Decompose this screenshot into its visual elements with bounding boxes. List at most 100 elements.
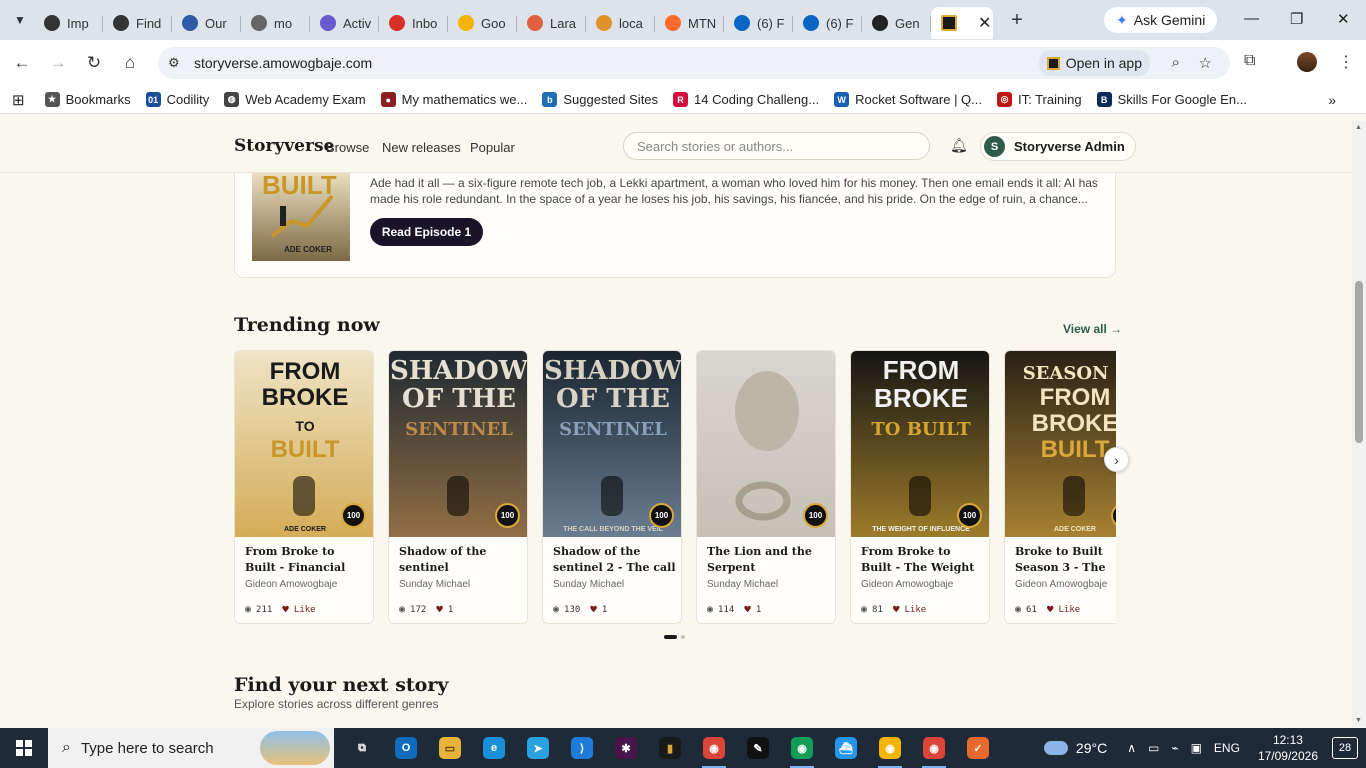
- bookmark-item[interactable]: 01 Codility: [145, 92, 209, 107]
- taskbar-app-storyverse-app[interactable]: ▮: [648, 728, 692, 768]
- story-card[interactable]: SHADOW OF THE SENTINEL THE CALL BEYOND THE …: [542, 350, 682, 624]
- new-tab-button[interactable]: +: [1003, 9, 1031, 32]
- story-author[interactable]: Sunday Michael: [399, 579, 470, 590]
- bell-icon[interactable]: 🔔︎: [950, 137, 968, 154]
- bookmark-item[interactable]: ★ Bookmarks: [44, 92, 131, 107]
- taskbar-app-chrome-3[interactable]: ◉: [868, 728, 912, 768]
- story-title[interactable]: From Broke to Built - Financial Journey: [245, 544, 369, 578]
- extensions-icon[interactable]: ⧉: [1244, 52, 1255, 70]
- taskbar-app-task-view[interactable]: ⧉: [340, 728, 384, 768]
- nav-popular[interactable]: Popular: [470, 140, 515, 155]
- start-button[interactable]: [0, 728, 48, 768]
- story-title[interactable]: From Broke to Built - The Weight of Infl…: [861, 544, 985, 578]
- taskbar-app-chrome-4[interactable]: ◉: [912, 728, 956, 768]
- story-card[interactable]: FROM BROKE TO BUILT ADE COKER 100 From Broke t…: [234, 350, 374, 624]
- like-count[interactable]: Like: [1059, 605, 1081, 615]
- taskbar-app-safari-like[interactable]: ➤: [516, 728, 560, 768]
- home-icon[interactable]: ⌂: [112, 53, 148, 73]
- taskbar-app-chrome[interactable]: ◉: [692, 728, 736, 768]
- taskbar-search-input[interactable]: ⌕ Type here to search: [48, 728, 334, 768]
- browser-tab[interactable]: Lara: [517, 7, 586, 39]
- story-title[interactable]: Shadow of the sentinel: [399, 544, 523, 578]
- apps-grid-icon[interactable]: ⊞: [12, 91, 25, 109]
- ask-gemini-button[interactable]: ✦ Ask Gemini: [1104, 7, 1218, 33]
- address-bar[interactable]: ⚙ storyverse.amowogbaje.com Open in app …: [158, 47, 1230, 79]
- story-author[interactable]: Gideon Amowogbaje: [1015, 579, 1107, 590]
- heart-icon[interactable]: ♥: [744, 603, 751, 616]
- browser-tab[interactable]: Activ: [310, 7, 379, 39]
- featured-cover[interactable]: BUILT ADE COKER: [252, 166, 350, 261]
- taskbar-app-inkscape[interactable]: ✎: [736, 728, 780, 768]
- heart-icon[interactable]: ♥: [1047, 603, 1054, 616]
- restore-icon[interactable]: ❐: [1290, 10, 1303, 28]
- nav-browse[interactable]: Browse: [326, 140, 369, 155]
- browser-tab[interactable]: Imp: [34, 7, 103, 39]
- scrollbar-thumb[interactable]: [1355, 281, 1363, 443]
- read-episode-button[interactable]: Read Episode 1: [370, 218, 483, 246]
- zoom-icon[interactable]: ⌕: [1172, 54, 1180, 71]
- carousel-dot-active[interactable]: [664, 635, 677, 639]
- language-indicator[interactable]: ENG: [1214, 741, 1240, 755]
- story-search-input[interactable]: Search stories or authors...: [623, 132, 930, 160]
- bookmark-item[interactable]: ● My mathematics we...: [380, 92, 527, 107]
- battery-icon[interactable]: ▭: [1148, 741, 1159, 755]
- story-card[interactable]: 100 The Lion and the Serpent Sunday Michae…: [696, 350, 836, 624]
- close-window-icon[interactable]: ✕: [1337, 10, 1350, 28]
- taskbar-app-edge[interactable]: e: [472, 728, 516, 768]
- story-card[interactable]: SEASON 3FROMBROKEBUILTADE COKER100Broke …: [1004, 350, 1116, 624]
- browser-tab[interactable]: Our: [172, 7, 241, 39]
- browser-tab[interactable]: Find: [103, 7, 172, 39]
- heart-icon[interactable]: ♥: [893, 603, 900, 616]
- page-scrollbar[interactable]: ▲ ▼: [1352, 121, 1366, 727]
- network-icon[interactable]: ▣: [1191, 741, 1202, 755]
- bookmark-item[interactable]: R 14 Coding Challeng...: [673, 92, 819, 107]
- like-count[interactable]: 1: [448, 605, 453, 615]
- notification-center-button[interactable]: 28: [1332, 737, 1358, 759]
- tab-storyverse-active[interactable]: ✕: [931, 7, 993, 39]
- user-menu-button[interactable]: S Storyverse Admin: [980, 132, 1136, 161]
- story-author[interactable]: Sunday Michael: [553, 579, 624, 590]
- carousel-next-button[interactable]: ›: [1104, 447, 1129, 472]
- taskbar-app-outlook[interactable]: O: [384, 728, 428, 768]
- weather-widget[interactable]: 29°C: [1043, 740, 1107, 756]
- close-tab-icon[interactable]: ✕: [978, 13, 991, 33]
- browser-tab[interactable]: mo: [241, 7, 310, 39]
- story-title[interactable]: Shadow of the sentinel 2 - The call beyo…: [553, 544, 677, 578]
- clock[interactable]: 12:13 17/09/2026: [1258, 732, 1318, 764]
- bookmark-item[interactable]: b Suggested Sites: [542, 92, 658, 107]
- browser-tab[interactable]: (6) F: [724, 7, 793, 39]
- like-count[interactable]: 1: [602, 605, 607, 615]
- story-author[interactable]: Gideon Amowogbaje: [861, 579, 953, 590]
- wifi-off-icon[interactable]: ⌁: [1171, 741, 1178, 755]
- scroll-down-icon[interactable]: ▼: [1355, 717, 1362, 724]
- heart-icon[interactable]: ♥: [590, 603, 597, 616]
- forward-icon[interactable]: →: [40, 53, 76, 73]
- browser-tab[interactable]: (6) F: [793, 7, 862, 39]
- browser-tab[interactable]: loca: [586, 7, 655, 39]
- like-count[interactable]: Like: [905, 605, 927, 615]
- taskbar-app-vscode[interactable]: ⟩: [560, 728, 604, 768]
- bookmark-item[interactable]: ◍ Web Academy Exam: [224, 92, 366, 107]
- browser-menu-icon[interactable]: ⋮: [1338, 52, 1354, 72]
- carousel-dot[interactable]: [681, 635, 685, 639]
- heart-icon[interactable]: ♥: [282, 603, 289, 616]
- taskbar-app-docker[interactable]: ⛴: [824, 728, 868, 768]
- bookmark-star-icon[interactable]: ☆: [1199, 54, 1212, 72]
- bookmark-item[interactable]: W Rocket Software | Q...: [834, 92, 982, 107]
- story-card[interactable]: FROM BROKE TO BUILT THE WEIGHT OF INFLUENCE…: [850, 350, 990, 624]
- minimize-icon[interactable]: —: [1244, 10, 1259, 27]
- back-icon[interactable]: ←: [4, 53, 40, 73]
- more-bookmarks-icon[interactable]: »: [1328, 92, 1336, 108]
- story-author[interactable]: Sunday Michael: [707, 579, 778, 590]
- browser-tab[interactable]: Gen: [862, 7, 931, 39]
- heart-icon[interactable]: ♥: [436, 603, 443, 616]
- bookmark-item[interactable]: ◎ IT: Training: [997, 92, 1082, 107]
- story-title[interactable]: Broke to Built Season 3 - The Mandate: [1015, 544, 1116, 578]
- like-count[interactable]: 1: [756, 605, 761, 615]
- like-count[interactable]: Like: [294, 605, 316, 615]
- taskbar-app-file-explorer[interactable]: ▭: [428, 728, 472, 768]
- bookmark-item[interactable]: B Skills For Google En...: [1096, 92, 1247, 107]
- profile-avatar[interactable]: [1297, 52, 1317, 72]
- tab-search-button[interactable]: ▼: [6, 6, 34, 34]
- browser-tab[interactable]: Inbo: [379, 7, 448, 39]
